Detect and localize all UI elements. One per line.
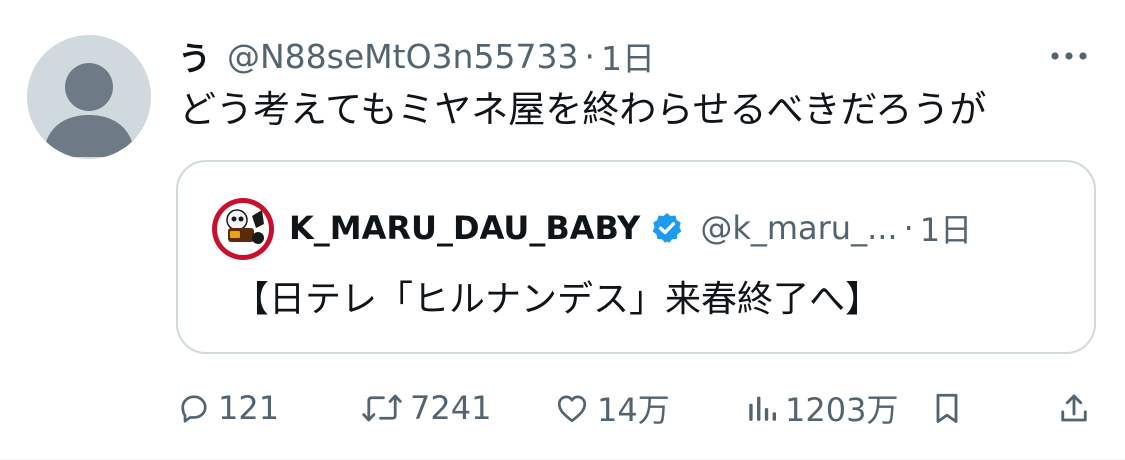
action-bar: 121 7241 14万 1203万 (0, 386, 1125, 430)
views-icon (749, 396, 777, 421)
quote-timestamp[interactable]: 1日 (920, 205, 972, 251)
author-name[interactable]: う (178, 32, 211, 80)
quote-avatar[interactable] (212, 198, 274, 260)
verified-badge-icon (653, 213, 682, 243)
tweet-text: どう考えてもミヤネ屋を終わらせるべきだろうが (179, 88, 987, 131)
quote-text: 【日テレ「ヒルナンデス」来春終了へ】 (233, 279, 882, 320)
share-icon (1061, 394, 1087, 422)
quoted-tweet-card[interactable]: K_MARU_DAU_BABY @k_maru_... · 1日 【日テレ「ヒル… (176, 160, 1096, 354)
like-button[interactable]: 14万 (553, 386, 670, 430)
share-button[interactable] (1056, 386, 1092, 430)
retweet-icon (362, 394, 402, 422)
heart-icon (557, 395, 587, 423)
tweet-card[interactable]: う @N88seMtO3n55733 · 1日 どう考えてもミヤネ屋を終わらせる… (0, 0, 1125, 460)
bookmark-button[interactable] (929, 386, 965, 430)
separator-dot: · (903, 209, 914, 247)
quote-header: K_MARU_DAU_BABY @k_maru_... · 1日 (289, 206, 972, 250)
default-avatar-icon (27, 35, 151, 159)
more-horizontal-icon (1051, 52, 1087, 60)
quote-author-name[interactable]: K_MARU_DAU_BABY (289, 209, 640, 247)
more-button[interactable] (1047, 44, 1091, 68)
avatar[interactable] (27, 35, 151, 159)
views-count: 1203万 (785, 391, 899, 429)
timestamp[interactable]: 1日 (601, 32, 655, 80)
bookmark-icon (936, 393, 958, 423)
quote-author-handle[interactable]: @k_maru_... (700, 209, 897, 247)
author-handle[interactable]: @N88seMtO3n55733 (227, 37, 578, 76)
reply-count: 121 (218, 389, 280, 427)
like-count: 14万 (597, 391, 670, 429)
retweet-count: 7241 (410, 389, 492, 427)
mascot-avatar-icon (212, 198, 274, 260)
tweet-header: う @N88seMtO3n55733 · 1日 (178, 32, 655, 80)
retweet-button[interactable]: 7241 (360, 386, 491, 430)
separator-dot: · (584, 36, 595, 76)
reply-icon (181, 395, 207, 423)
views-button[interactable]: 1203万 (745, 386, 898, 430)
reply-button[interactable]: 121 (176, 386, 279, 430)
